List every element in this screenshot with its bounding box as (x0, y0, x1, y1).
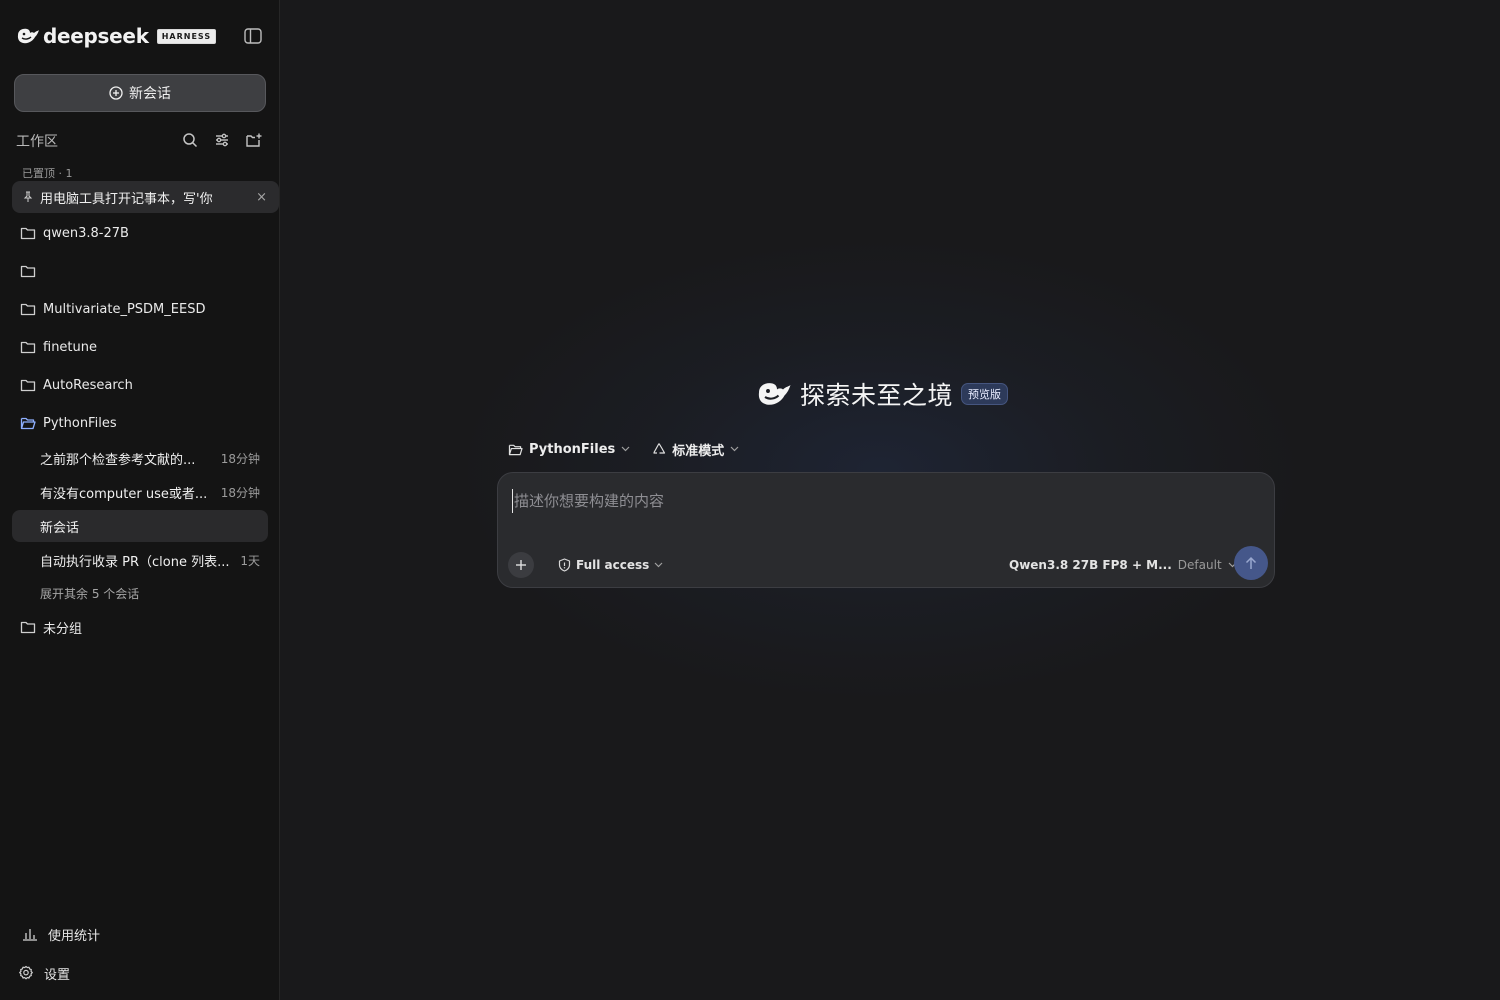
ungrouped-folder[interactable]: 未分组 (20, 615, 82, 639)
settings-button[interactable]: 设置 (18, 962, 70, 984)
whale-logo-icon (17, 28, 39, 44)
sidebar: deepseek HARNESS 新会话 工作区 已置顶 · 1 用电脑工具打开… (0, 0, 280, 1000)
brand-badge: HARNESS (156, 28, 217, 44)
search-icon (183, 133, 198, 148)
chat-item[interactable]: 有没有computer use或者... 18分钟 (12, 476, 268, 508)
folder-item[interactable]: AutoResearch (20, 373, 133, 397)
expand-more-link[interactable]: 展开其余 5 个会话 (40, 585, 139, 602)
close-icon[interactable]: × (256, 190, 267, 205)
gear-icon (19, 965, 33, 980)
chat-time: 1天 (240, 553, 260, 568)
chat-item[interactable]: 之前那个检查参考文献的... 18分钟 (12, 442, 268, 474)
folder-item[interactable]: qwen3.8-27B (20, 221, 129, 245)
folder-label: qwen3.8-27B (43, 225, 129, 241)
hero: 探索未至之境 预览版 (756, 376, 1009, 412)
chat-time: 18分钟 (220, 485, 260, 500)
filter-button[interactable] (212, 130, 232, 150)
usage-stats-button[interactable]: 使用统计 (22, 923, 100, 945)
chevron-down-icon (621, 446, 630, 452)
folder-open-icon (508, 444, 523, 455)
chevron-down-icon (654, 562, 663, 568)
app-window: deepseek HARNESS 新会话 工作区 已置顶 · 1 用电脑工具打开… (0, 0, 1500, 1000)
pin-icon (23, 191, 33, 202)
bar-chart-icon (23, 929, 37, 941)
plus-circle-icon (109, 86, 123, 100)
hero-title: 探索未至之境 (800, 381, 954, 410)
folder-icon (20, 303, 36, 316)
folder-label: AutoResearch (43, 377, 133, 393)
mode-selector[interactable]: 标准模式 (652, 440, 739, 459)
access-level-label: Full access (576, 558, 650, 572)
preview-badge: 预览版 (961, 383, 1009, 405)
folder-label: PythonFiles (43, 415, 117, 431)
recycle-icon (653, 443, 666, 454)
brand-name: deepseek (43, 24, 149, 48)
folder-icon (20, 379, 36, 392)
new-folder-button[interactable] (244, 130, 264, 150)
brand[interactable]: deepseek HARNESS (16, 24, 217, 48)
main-panel: 探索未至之境 预览版 PythonFiles 标准模式 描述你想要构建的内容 F… (280, 0, 1500, 1000)
folder-item[interactable] (20, 259, 43, 283)
folder-selector-label: PythonFiles (529, 441, 616, 457)
composer: Full access Qwen3.8 27B FP8 + M... Defau… (497, 472, 1275, 588)
folder-icon (20, 265, 36, 278)
access-level-selector[interactable]: Full access (558, 558, 663, 572)
sidebar-toggle-icon (244, 28, 262, 44)
chat-title: 新会话 (40, 520, 80, 536)
folder-label: finetune (43, 339, 97, 355)
shield-icon (558, 558, 571, 572)
chat-time: 18分钟 (220, 451, 260, 466)
filter-icon (216, 133, 228, 147)
plus-icon (516, 560, 526, 570)
folder-item[interactable]: Multivariate_PSDM_EESD (20, 297, 205, 321)
model-label: Qwen3.8 27B FP8 + M... (1009, 558, 1172, 572)
mode-selector-label: 标准模式 (672, 443, 725, 459)
folder-icon (20, 621, 36, 634)
effort-label: Default (1177, 558, 1222, 572)
settings-label: 设置 (44, 967, 71, 983)
folder-label: 未分组 (43, 621, 83, 637)
folder-open-icon (20, 417, 36, 430)
chat-item-active[interactable]: 新会话 (12, 510, 268, 542)
pinned-chat-title: 用电脑工具打开记事本，写'你 (40, 191, 213, 207)
chat-title: 自动执行收录 PR（clone 列表... (40, 554, 230, 570)
whale-logo-icon (758, 383, 791, 405)
chat-item[interactable]: 自动执行收录 PR（clone 列表... 1天 (12, 544, 268, 576)
folder-icon (20, 227, 36, 240)
workspace-label: 工作区 (16, 134, 58, 150)
folder-selector[interactable]: PythonFiles (508, 442, 630, 457)
sidebar-toggle-button[interactable] (243, 26, 263, 46)
usage-stats-label: 使用统计 (48, 928, 101, 944)
new-chat-label: 新会话 (129, 86, 171, 102)
folder-item-open[interactable]: PythonFiles (20, 411, 117, 435)
context-selectors: PythonFiles 标准模式 (508, 439, 739, 459)
pinned-chat-item[interactable]: 用电脑工具打开记事本，写'你 × (12, 181, 279, 213)
attach-button[interactable] (508, 552, 534, 578)
folder-icon (20, 341, 36, 354)
chat-title: 之前那个检查参考文献的... (40, 452, 196, 468)
folder-label: Multivariate_PSDM_EESD (43, 301, 206, 317)
pinned-caption: 已置顶 · 1 (22, 167, 73, 180)
new-folder-icon (246, 133, 262, 147)
folder-item[interactable]: finetune (20, 335, 97, 359)
prompt-input[interactable] (512, 489, 1252, 513)
chat-title: 有没有computer use或者... (40, 486, 208, 502)
arrow-up-icon (1245, 556, 1257, 569)
send-button[interactable] (1234, 546, 1268, 580)
search-button[interactable] (180, 130, 200, 150)
chevron-down-icon (730, 446, 739, 452)
model-selector[interactable]: Qwen3.8 27B FP8 + M... Default (1009, 558, 1237, 572)
new-chat-button[interactable]: 新会话 (14, 74, 266, 112)
